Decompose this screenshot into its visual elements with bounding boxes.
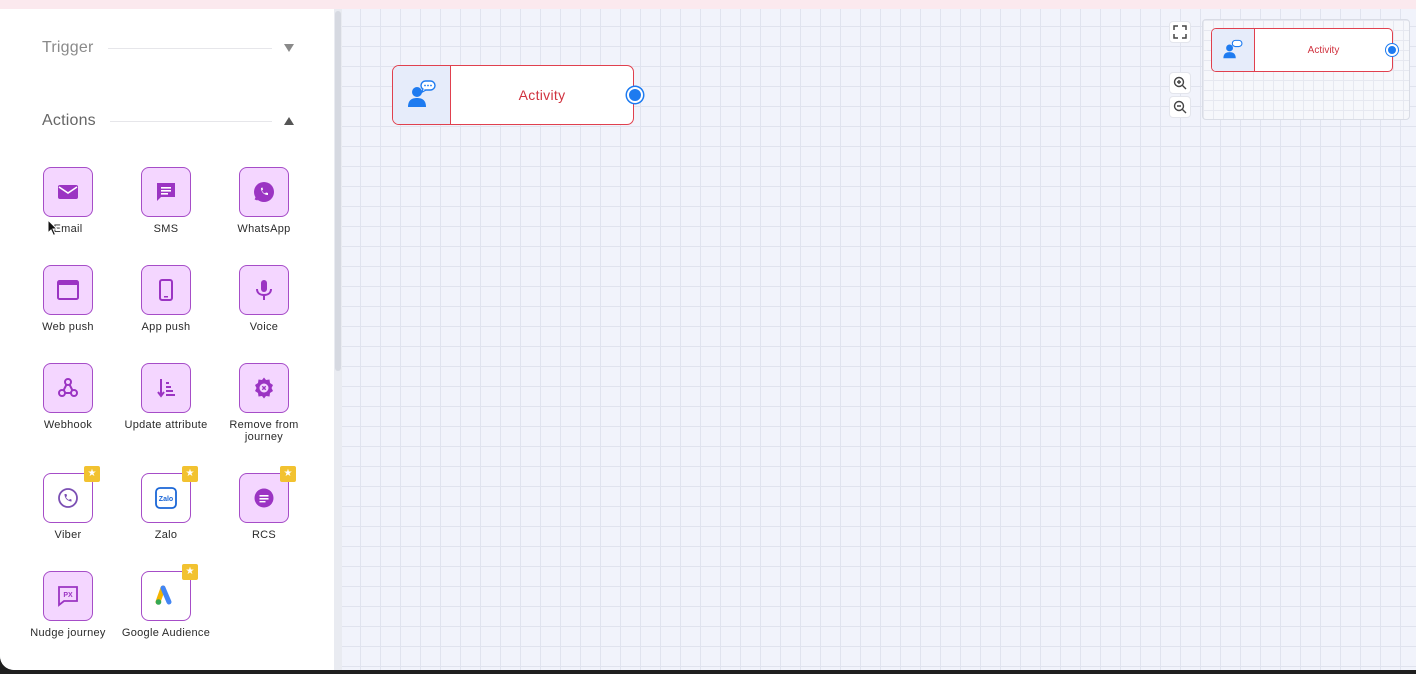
action-label: Remove from journey	[229, 419, 299, 443]
sidebar-scrollbar-thumb[interactable]	[335, 11, 341, 371]
premium-star-icon: ★	[182, 466, 198, 482]
output-port[interactable]	[627, 87, 643, 103]
activity-user-chat-icon	[1212, 29, 1255, 71]
rcs-icon[interactable]: ★	[239, 466, 296, 523]
bottom-edge	[0, 670, 1416, 674]
webhook-icon[interactable]	[43, 363, 93, 413]
action-google-audience[interactable]: ★ Google Audience	[117, 564, 215, 639]
action-label: Viber	[54, 529, 82, 541]
action-label: SMS	[153, 223, 179, 235]
action-voice[interactable]: Voice	[215, 265, 313, 333]
zoom-out-icon[interactable]	[1169, 96, 1191, 118]
action-web-push[interactable]: Web push	[19, 265, 117, 333]
action-zalo[interactable]: Zalo ★ Zalo	[117, 466, 215, 541]
svg-text:PX: PX	[63, 592, 73, 599]
mouse-cursor-icon	[47, 219, 59, 237]
divider	[107, 47, 272, 49]
sms-icon[interactable]	[141, 167, 191, 217]
action-remove-from-journey[interactable]: Remove from journey	[215, 363, 313, 443]
action-rcs[interactable]: ★ RCS	[215, 466, 313, 541]
action-viber[interactable]: ★ Viber	[19, 466, 117, 541]
action-label: Webhook	[43, 419, 93, 431]
activity-node-label: Activity	[518, 87, 566, 103]
chevron-down-icon[interactable]	[284, 44, 294, 52]
action-label: Web push	[42, 321, 94, 333]
premium-star-icon: ★	[182, 564, 198, 580]
action-label: RCS	[251, 529, 277, 541]
google-audience-icon[interactable]: ★	[141, 564, 198, 621]
fullscreen-icon[interactable]	[1169, 21, 1191, 43]
svg-text:Zalo: Zalo	[159, 496, 173, 503]
zoom-in-icon[interactable]	[1169, 72, 1191, 94]
app-push-icon[interactable]	[141, 265, 191, 315]
divider	[109, 120, 272, 122]
action-label: Email	[53, 223, 83, 235]
minimap-activity-node: Activity	[1211, 28, 1398, 72]
action-nudge-journey[interactable]: PX Nudge journey	[19, 571, 117, 639]
action-label: Zalo	[154, 529, 178, 541]
zalo-icon[interactable]: Zalo ★	[141, 466, 198, 523]
action-email[interactable]: Email	[19, 167, 117, 235]
action-webhook[interactable]: Webhook	[19, 363, 117, 431]
action-app-push[interactable]: App push	[117, 265, 215, 333]
nudge-journey-icon[interactable]: PX	[43, 571, 93, 621]
minimap[interactable]: Activity	[1202, 19, 1410, 120]
actions-section-header[interactable]: Actions	[42, 112, 294, 130]
trigger-section-title: Trigger	[42, 39, 94, 56]
action-label: WhatsApp	[237, 223, 291, 235]
trigger-section-header[interactable]: Trigger	[42, 39, 294, 57]
journey-builder: Trigger Actions Email SMS WhatsApp Web p…	[0, 9, 1416, 670]
action-sms[interactable]: SMS	[117, 167, 215, 235]
journey-canvas[interactable]: Activity Activity	[342, 9, 1416, 670]
minimap-node-label: Activity	[1307, 44, 1340, 56]
email-icon[interactable]	[43, 167, 93, 217]
chevron-up-icon[interactable]	[284, 117, 294, 125]
minimap-output-port	[1386, 44, 1398, 56]
remove-from-journey-icon[interactable]	[239, 363, 289, 413]
action-update-attribute[interactable]: Update attribute	[117, 363, 215, 431]
top-strip	[0, 0, 1416, 9]
actions-sidebar: Trigger Actions Email SMS WhatsApp Web p…	[0, 9, 334, 670]
whatsapp-icon[interactable]	[239, 167, 289, 217]
premium-star-icon: ★	[84, 466, 100, 482]
viber-icon[interactable]: ★	[43, 466, 100, 523]
premium-star-icon: ★	[280, 466, 296, 482]
action-label: App push	[141, 321, 191, 333]
action-whatsapp[interactable]: WhatsApp	[215, 167, 313, 235]
action-label: Update attribute	[124, 419, 208, 431]
voice-icon[interactable]	[239, 265, 289, 315]
action-label: Nudge journey	[30, 627, 106, 639]
web-push-icon[interactable]	[43, 265, 93, 315]
actions-section-title: Actions	[42, 112, 96, 129]
activity-user-chat-icon	[393, 66, 451, 124]
activity-node[interactable]: Activity	[392, 65, 643, 125]
action-label: Voice	[249, 321, 279, 333]
update-attribute-icon[interactable]	[141, 363, 191, 413]
action-label: Google Audience	[121, 627, 211, 639]
